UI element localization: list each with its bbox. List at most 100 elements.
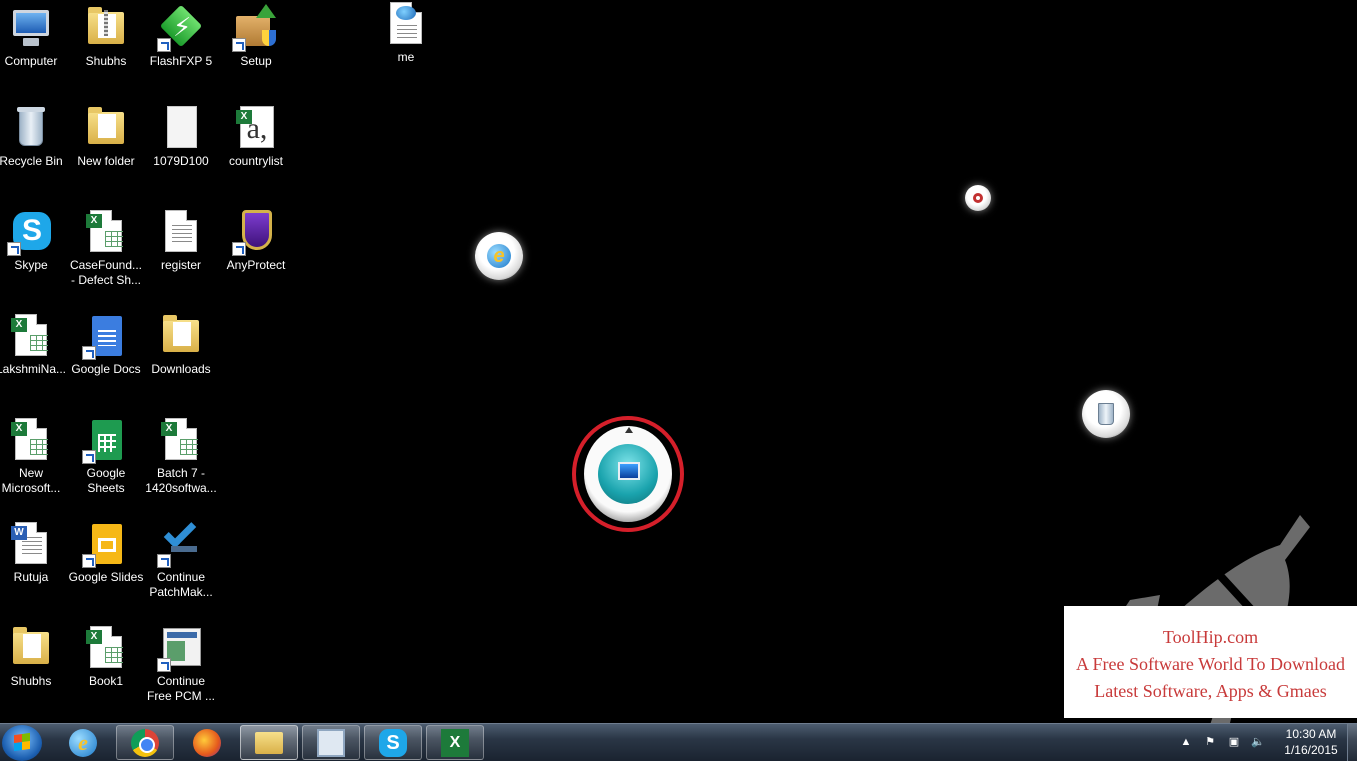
remote-desktop-icon — [317, 728, 345, 757]
excel-file-icon: X — [7, 416, 55, 464]
desktop-icon-lakshmina[interactable]: X LakshmiNa... — [0, 312, 69, 377]
system-clock[interactable]: 10:30 AM 1/16/2015 — [1280, 726, 1342, 758]
desktop-icon-shubhs-folder[interactable]: Shubhs — [0, 624, 69, 689]
icon-label: New Microsoft... — [1, 466, 61, 495]
desktop-icon-setup[interactable]: Setup — [218, 4, 294, 69]
desktop-icon-skype[interactable]: S Skype — [0, 208, 69, 273]
folder-icon — [255, 731, 283, 754]
icon-label: Continue PatchMak... — [149, 570, 213, 599]
floating-ie-bubble[interactable]: e — [475, 232, 523, 280]
shortcut-arrow-icon — [232, 38, 246, 52]
computer-icon — [598, 444, 658, 504]
launcher-dial[interactable] — [584, 426, 672, 522]
watermark-line1: ToolHip.com — [1162, 627, 1259, 647]
icon-label: Google Slides — [68, 570, 144, 584]
watermark-line3: Latest Software, Apps & Gmaes — [1094, 681, 1327, 701]
icon-label: Google Sheets — [86, 466, 126, 495]
volume-icon[interactable]: 🔈 — [1250, 734, 1266, 750]
folder-icon — [157, 312, 205, 360]
desktop-icon-countrylist[interactable]: a, X countrylist — [218, 104, 294, 169]
shortcut-arrow-icon — [82, 554, 96, 568]
excel-file-icon: X — [7, 312, 55, 360]
icon-label: Downloads — [151, 362, 211, 376]
taskbar-internet-explorer[interactable]: e — [54, 725, 112, 760]
desktop-icon-rutuja[interactable]: W Rutuja — [0, 520, 69, 585]
folder-icon — [7, 624, 55, 672]
word-file-icon: W — [7, 520, 55, 568]
google-slides-icon — [82, 520, 130, 568]
desktop-icon-patchmaker[interactable]: Continue PatchMak... — [143, 515, 219, 600]
taskbar-remote-desktop[interactable] — [302, 725, 360, 760]
folder-icon — [82, 104, 130, 152]
show-hidden-icons-button[interactable]: ▲ — [1178, 734, 1194, 750]
ie-icon: e — [487, 244, 511, 268]
windows-flag-icon — [14, 732, 30, 752]
icon-label: CaseFound... - Defect Sh... — [69, 258, 143, 287]
floating-recycle-bubble[interactable] — [1082, 390, 1130, 438]
icon-label: Batch 7 - 1420softwa... — [145, 466, 217, 495]
desktop-icon-google-sheets[interactable]: Google Sheets — [68, 416, 144, 496]
html-file-icon — [382, 0, 430, 48]
taskbar-chrome[interactable] — [116, 725, 174, 760]
icon-label: Computer — [4, 54, 58, 68]
start-button[interactable] — [2, 725, 42, 761]
flashfxp-icon: ⚡ — [157, 4, 205, 52]
desktop-icon-google-slides[interactable]: Google Slides — [68, 520, 144, 585]
desktop-icon-free-pcm[interactable]: Continue Free PCM ... — [143, 624, 219, 704]
skype-icon: S — [379, 728, 407, 757]
up-arrow-icon[interactable] — [625, 427, 633, 433]
taskbar-skype[interactable]: S — [364, 725, 422, 760]
desktop-icon-google-docs[interactable]: Google Docs — [68, 312, 144, 377]
excel-icon: X — [441, 728, 469, 757]
icon-label: Shubhs — [10, 674, 52, 688]
desktop-icon-casefound[interactable]: X CaseFound... - Defect Sh... — [68, 208, 144, 288]
desktop-icon-downloads[interactable]: Downloads — [143, 312, 219, 377]
desktop-icon-new-microsoft[interactable]: X New Microsoft... — [0, 416, 69, 496]
shortcut-arrow-icon — [7, 242, 21, 256]
shortcut-arrow-icon — [82, 450, 96, 464]
excel-text-icon: a, X — [232, 104, 280, 152]
desktop-icon-computer[interactable]: Computer — [0, 4, 69, 69]
google-sheets-icon — [82, 416, 130, 464]
zip-folder-icon — [82, 4, 130, 52]
shortcut-arrow-icon — [82, 346, 96, 360]
skype-icon: S — [7, 208, 55, 256]
icon-label: register — [160, 258, 201, 272]
network-icon[interactable]: ▣ — [1226, 734, 1242, 750]
show-desktop-button[interactable] — [1347, 724, 1357, 761]
shortcut-arrow-icon — [157, 658, 171, 672]
gear-icon — [973, 193, 983, 203]
desktop-icon-new-folder[interactable]: New folder — [68, 104, 144, 169]
icon-label: Setup — [240, 54, 272, 68]
desktop-icon-register[interactable]: register — [143, 208, 219, 273]
taskbar-firefox[interactable] — [178, 725, 236, 760]
icon-label: 1079D100 — [153, 154, 209, 168]
desktop-icon-batch7[interactable]: X Batch 7 - 1420softwa... — [143, 416, 219, 496]
taskbar-excel[interactable]: X — [426, 725, 484, 760]
taskbar-windows-explorer[interactable] — [240, 725, 298, 760]
window-app-icon — [157, 624, 205, 672]
desktop-icon-flashfxp[interactable]: ⚡ FlashFXP 5 — [143, 4, 219, 69]
floating-settings-bubble[interactable] — [965, 185, 991, 211]
desktop: Computer Recycle Bin S Skype X LakshmiNa… — [0, 0, 1357, 723]
excel-file-icon: X — [82, 624, 130, 672]
icon-label: FlashFXP 5 — [149, 54, 213, 68]
ie-icon: e — [69, 728, 97, 757]
desktop-icon-me[interactable]: me — [368, 0, 444, 65]
desktop-icon-anyprotect[interactable]: AnyProtect — [218, 208, 294, 273]
watermark-box: ToolHip.com A Free Software World To Dow… — [1064, 606, 1357, 718]
icon-label: Skype — [14, 258, 48, 272]
desktop-icon-recycle-bin[interactable]: Recycle Bin — [0, 104, 69, 169]
checkmark-icon — [157, 515, 205, 568]
icon-label: AnyProtect — [226, 258, 286, 272]
desktop-icon-1079d100[interactable]: 1079D100 — [143, 104, 219, 169]
action-center-flag-icon[interactable]: ⚑ — [1202, 734, 1218, 750]
setup-icon — [232, 4, 280, 52]
launcher-dial-highlight[interactable] — [572, 416, 684, 532]
shortcut-arrow-icon — [157, 554, 171, 568]
firefox-icon — [193, 728, 221, 757]
desktop-icon-book1[interactable]: X Book1 — [68, 624, 144, 689]
shield-icon — [232, 208, 280, 256]
clock-date: 1/16/2015 — [1284, 743, 1338, 757]
desktop-icon-shubhs-zip[interactable]: Shubhs — [68, 4, 144, 69]
